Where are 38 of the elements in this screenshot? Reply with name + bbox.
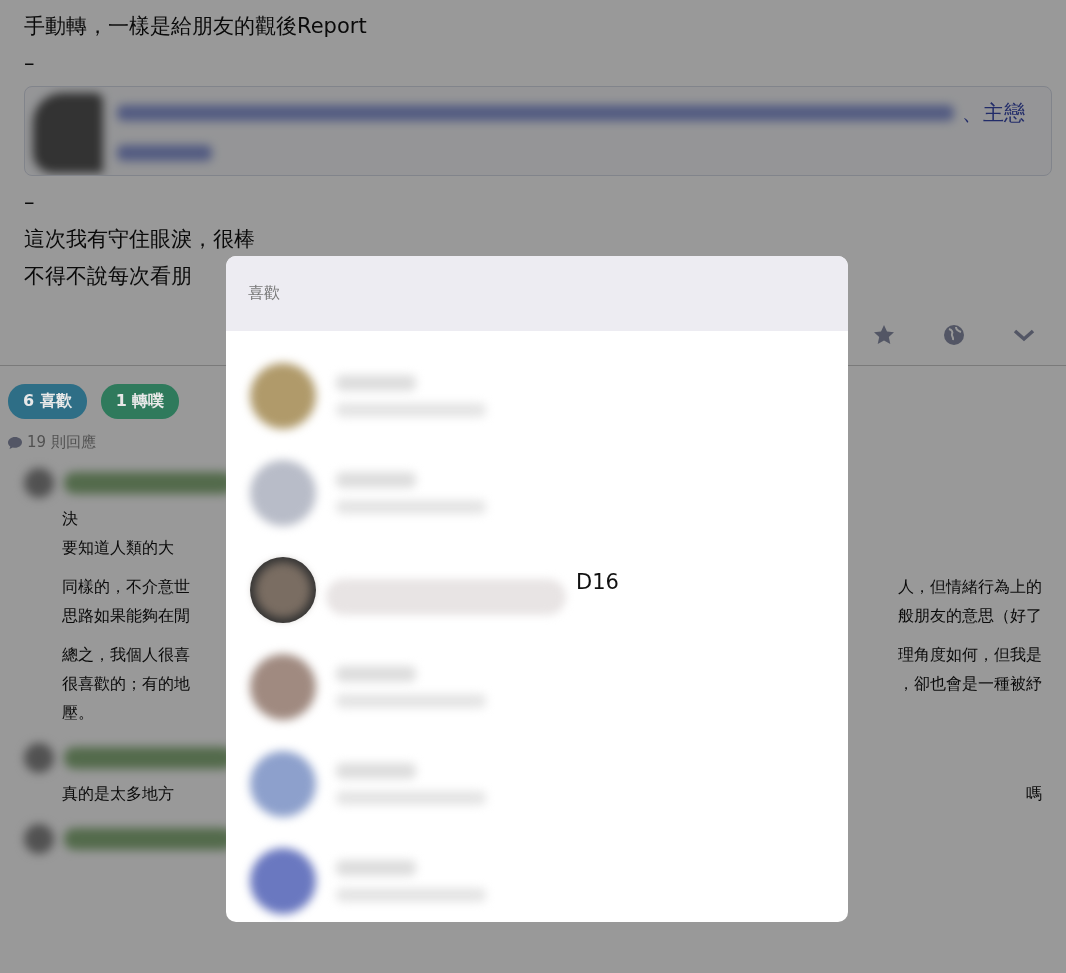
post-text: 手動轉，一樣是給朋友的觀後Report: [24, 13, 367, 40]
link-text: 、主戀: [962, 100, 1026, 127]
comment-text: 決: [62, 508, 78, 530]
speech-bubble-icon: [7, 434, 23, 451]
post-text: 這次我有守住眼淚，很棒: [24, 226, 255, 253]
comment-text: ，卻也會是一種被紓: [898, 673, 1042, 695]
comment-text: 壓。: [62, 702, 94, 724]
post-text: 不得不說每次看朋: [24, 263, 192, 290]
blurred-avatar[interactable]: [250, 847, 316, 914]
comment-text: 思路如果能夠在閒: [62, 605, 190, 627]
comment-text: 人，但情緒行為上的: [898, 576, 1042, 598]
blurred-avatar[interactable]: [250, 459, 316, 526]
blurred-avatar[interactable]: [250, 750, 316, 817]
avatar[interactable]: [250, 556, 316, 623]
reaction-badge[interactable]: 1 轉噗: [100, 384, 180, 419]
blurred-avatar[interactable]: [250, 362, 316, 429]
post-text: –: [24, 189, 35, 216]
comment-text: 很喜歡的；有的地: [62, 673, 190, 695]
globe-icon[interactable]: [942, 323, 966, 347]
username[interactable]: D16: [576, 569, 619, 594]
blurred-avatar[interactable]: [250, 653, 316, 720]
star-icon[interactable]: [872, 323, 896, 347]
blurred-avatar: [24, 824, 54, 854]
blurred-avatar: [24, 743, 54, 773]
globe-icon: [944, 325, 964, 345]
comment-text: 同樣的，不介意世: [62, 576, 190, 598]
comment-text: 總之，我個人很喜: [62, 644, 190, 666]
link-card[interactable]: 、主戀: [24, 86, 1052, 176]
reply-count: 19 則回應: [27, 433, 96, 452]
comment-text: 理角度如何，但我是: [898, 644, 1042, 666]
blurred-avatar: [24, 468, 54, 498]
reaction-badge[interactable]: 6 喜歡: [8, 384, 87, 419]
comment-text: 嗎: [1026, 783, 1042, 805]
comment-text: 般朋友的意思（好了: [898, 605, 1042, 627]
comment-text: 要知道人類的大: [62, 537, 174, 559]
post-text: –: [24, 50, 35, 77]
comment-text: 真的是太多地方: [62, 783, 174, 805]
dialog-title: 喜歡: [248, 283, 280, 304]
